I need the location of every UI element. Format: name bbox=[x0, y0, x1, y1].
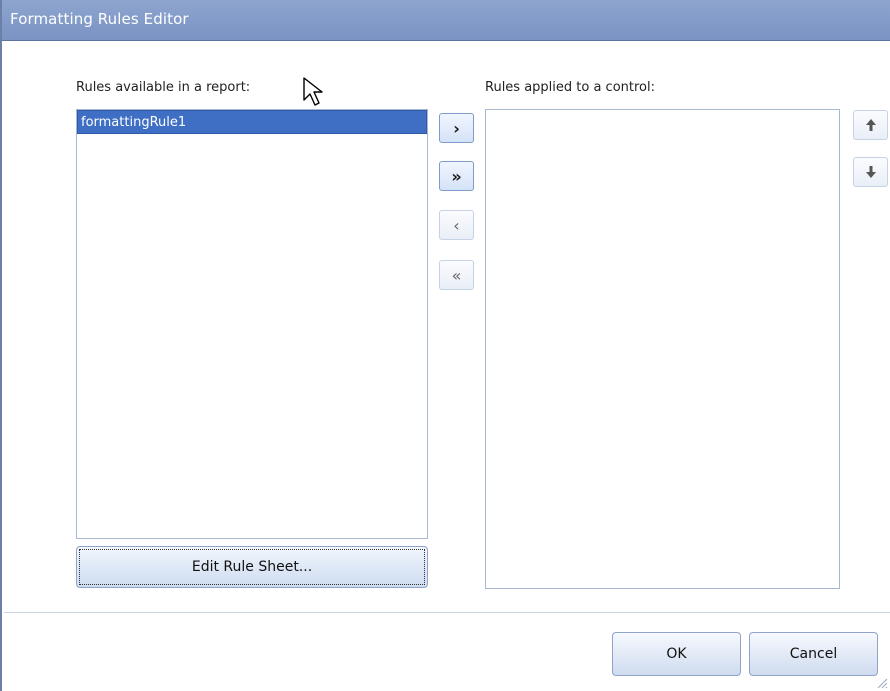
move-all-right-button[interactable]: » bbox=[439, 161, 474, 191]
title-bar[interactable]: Formatting Rules Editor bbox=[2, 0, 890, 41]
arrow-up-icon bbox=[865, 119, 876, 131]
list-item[interactable]: formattingRule1 bbox=[77, 110, 427, 134]
arrow-down-icon bbox=[865, 166, 876, 178]
chevron-left-icon: ‹ bbox=[453, 215, 460, 235]
cancel-button-label: Cancel bbox=[789, 646, 838, 662]
move-down-button[interactable] bbox=[853, 157, 888, 187]
chevron-right-icon: › bbox=[453, 118, 460, 138]
double-chevron-right-icon: » bbox=[451, 166, 462, 186]
move-up-button[interactable] bbox=[853, 110, 888, 140]
move-right-button[interactable]: › bbox=[439, 113, 474, 143]
footer-separator bbox=[4, 612, 890, 613]
resize-grip-icon[interactable] bbox=[874, 675, 888, 689]
window-title: Formatting Rules Editor bbox=[10, 10, 189, 28]
edit-rule-sheet-button[interactable]: Edit Rule Sheet... bbox=[76, 546, 428, 588]
edit-rule-sheet-label: Edit Rule Sheet... bbox=[79, 549, 425, 585]
available-rules-list[interactable]: formattingRule1 bbox=[76, 109, 428, 539]
available-rules-label: Rules available in a report: bbox=[76, 80, 251, 95]
cancel-button[interactable]: Cancel bbox=[749, 632, 878, 676]
ok-button-label: OK bbox=[666, 646, 687, 662]
applied-rules-label: Rules applied to a control: bbox=[485, 80, 656, 95]
applied-rules-list[interactable] bbox=[485, 109, 840, 589]
formatting-rules-editor-window: Formatting Rules Editor Rules available … bbox=[0, 0, 890, 691]
move-left-button[interactable]: ‹ bbox=[439, 210, 474, 240]
move-all-left-button[interactable]: « bbox=[439, 260, 474, 290]
double-chevron-left-icon: « bbox=[451, 265, 462, 285]
ok-button[interactable]: OK bbox=[612, 632, 741, 676]
mouse-cursor-icon bbox=[303, 77, 323, 106]
